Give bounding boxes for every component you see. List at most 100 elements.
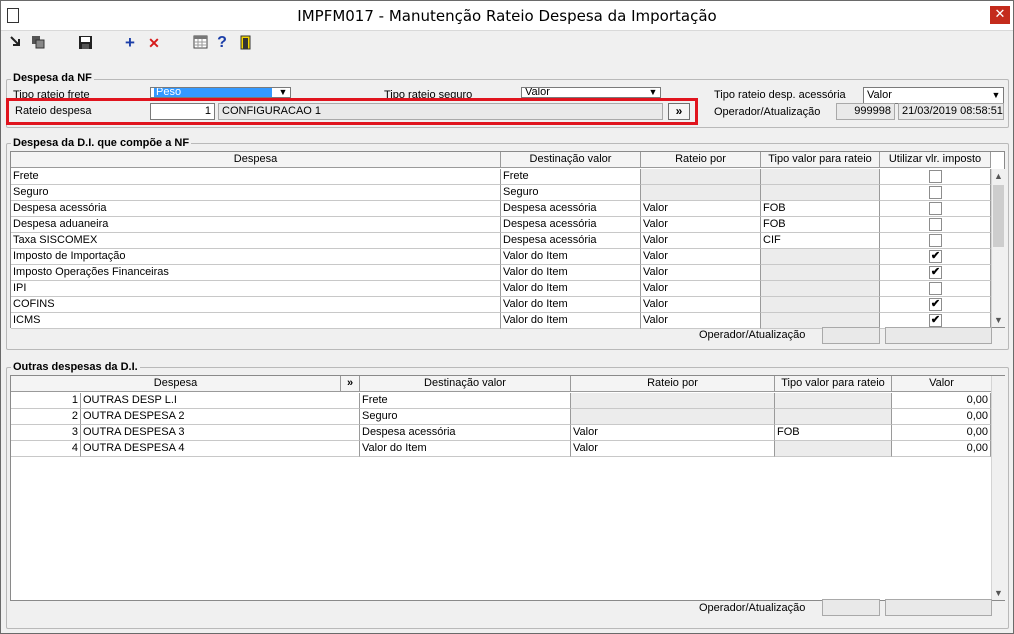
col-outras-valor[interactable]: Valor bbox=[892, 376, 992, 392]
col-rateio[interactable]: Rateio por bbox=[641, 152, 761, 168]
col-destinacao[interactable]: Destinação valor bbox=[501, 152, 641, 168]
outras-cell-valor[interactable]: 0,00 bbox=[892, 409, 991, 425]
di-cell-destinacao[interactable]: Valor do Item bbox=[501, 249, 641, 265]
di-cell-destinacao[interactable]: Despesa acessória bbox=[501, 233, 641, 249]
outras-scrollbar[interactable]: ▼ bbox=[991, 376, 1005, 600]
col-imposto[interactable]: Utilizar vlr. imposto bbox=[880, 152, 991, 168]
di-imposto-checkbox[interactable]: ✔ bbox=[929, 250, 942, 263]
seguro-select[interactable]: Valor ▼ bbox=[521, 87, 661, 98]
copy-icon[interactable] bbox=[30, 35, 46, 51]
outras-cell-destinacao[interactable]: Frete bbox=[360, 393, 571, 409]
acessoria-select[interactable]: Valor ▼ bbox=[863, 87, 1004, 104]
col-despesa[interactable]: Despesa bbox=[11, 152, 501, 168]
di-cell-destinacao[interactable]: Valor do Item bbox=[501, 265, 641, 281]
outras-cell-tipo[interactable] bbox=[775, 393, 892, 409]
di-cell-destinacao[interactable]: Despesa acessória bbox=[501, 201, 641, 217]
di-cell-rateio[interactable]: Valor bbox=[641, 297, 761, 313]
di-cell-despesa[interactable]: Imposto Operações Financeiras bbox=[11, 265, 501, 281]
di-cell-rateio[interactable]: Valor bbox=[641, 313, 761, 329]
outras-cell-valor[interactable]: 0,00 bbox=[892, 441, 991, 457]
outras-cell-rateio[interactable] bbox=[571, 409, 775, 425]
add-icon[interactable]: + bbox=[122, 34, 138, 51]
di-cell-destinacao[interactable]: Despesa acessória bbox=[501, 217, 641, 233]
di-cell-despesa[interactable]: Frete bbox=[11, 169, 501, 185]
di-cell-tipo[interactable] bbox=[761, 169, 880, 185]
outras-cell-tipo[interactable] bbox=[775, 441, 892, 457]
scroll-down-icon[interactable]: ▼ bbox=[992, 313, 1005, 327]
di-cell-rateio[interactable]: Valor bbox=[641, 281, 761, 297]
outras-cell-rateio[interactable]: Valor bbox=[571, 441, 775, 457]
di-cell-tipo[interactable]: FOB bbox=[761, 217, 880, 233]
di-imposto-checkbox[interactable]: ✔ bbox=[929, 266, 942, 279]
col-outras-tipo[interactable]: Tipo valor para rateio bbox=[775, 376, 892, 392]
arrow-icon[interactable] bbox=[8, 35, 24, 51]
di-cell-despesa[interactable]: Despesa acessória bbox=[11, 201, 501, 217]
outras-cell-despesa[interactable]: OUTRAS DESP L.I bbox=[81, 393, 360, 409]
di-cell-destinacao[interactable]: Seguro bbox=[501, 185, 641, 201]
di-cell-tipo[interactable] bbox=[761, 249, 880, 265]
di-imposto-checkbox[interactable] bbox=[929, 282, 942, 295]
outras-cell-tipo[interactable] bbox=[775, 409, 892, 425]
outras-cell-tipo[interactable]: FOB bbox=[775, 425, 892, 441]
di-cell-tipo[interactable] bbox=[761, 297, 880, 313]
col-outras-destinacao[interactable]: Destinação valor bbox=[360, 376, 571, 392]
scroll-down-icon[interactable]: ▼ bbox=[992, 586, 1005, 600]
delete-icon[interactable]: ✕ bbox=[146, 35, 162, 51]
di-imposto-checkbox[interactable] bbox=[929, 170, 942, 183]
outras-cell-destinacao[interactable]: Valor do Item bbox=[360, 441, 571, 457]
di-imposto-checkbox[interactable]: ✔ bbox=[929, 314, 942, 327]
di-imposto-checkbox[interactable]: ✔ bbox=[929, 298, 942, 311]
di-imposto-checkbox[interactable] bbox=[929, 218, 942, 231]
outras-cell-destinacao[interactable]: Seguro bbox=[360, 409, 571, 425]
di-cell-rateio[interactable]: Valor bbox=[641, 249, 761, 265]
di-cell-destinacao[interactable]: Valor do Item bbox=[501, 313, 641, 329]
outras-cell-valor[interactable]: 0,00 bbox=[892, 393, 991, 409]
col-outras-despesa[interactable]: Despesa bbox=[11, 376, 341, 392]
di-cell-tipo[interactable]: CIF bbox=[761, 233, 880, 249]
di-cell-tipo[interactable] bbox=[761, 265, 880, 281]
di-cell-despesa[interactable]: ICMS bbox=[11, 313, 501, 329]
outras-cell-rateio[interactable] bbox=[571, 393, 775, 409]
calendar-icon[interactable] bbox=[192, 35, 208, 51]
di-cell-rateio[interactable]: Valor bbox=[641, 201, 761, 217]
di-cell-despesa[interactable]: IPI bbox=[11, 281, 501, 297]
di-cell-tipo[interactable]: FOB bbox=[761, 201, 880, 217]
outras-cell-destinacao[interactable]: Despesa acessória bbox=[360, 425, 571, 441]
chevron-down-icon: ▼ bbox=[278, 87, 288, 97]
di-cell-destinacao[interactable]: Valor do Item bbox=[501, 281, 641, 297]
di-cell-despesa[interactable]: Imposto de Importação bbox=[11, 249, 501, 265]
di-cell-despesa[interactable]: Seguro bbox=[11, 185, 501, 201]
di-cell-despesa[interactable]: COFINS bbox=[11, 297, 501, 313]
frete-select[interactable]: Peso ▼ bbox=[150, 87, 291, 98]
di-cell-rateio[interactable] bbox=[641, 185, 761, 201]
di-imposto-checkbox[interactable] bbox=[929, 202, 942, 215]
scroll-up-icon[interactable]: ▲ bbox=[992, 169, 1005, 183]
di-cell-rateio[interactable]: Valor bbox=[641, 233, 761, 249]
col-tipo[interactable]: Tipo valor para rateio bbox=[761, 152, 880, 168]
di-scrollbar[interactable]: ▲ ▼ bbox=[991, 169, 1005, 327]
di-cell-tipo[interactable] bbox=[761, 185, 880, 201]
outras-cell-despesa[interactable]: OUTRA DESPESA 3 bbox=[81, 425, 360, 441]
di-cell-despesa[interactable]: Despesa aduaneira bbox=[11, 217, 501, 233]
di-cell-tipo[interactable] bbox=[761, 281, 880, 297]
di-cell-rateio[interactable]: Valor bbox=[641, 217, 761, 233]
di-cell-despesa[interactable]: Taxa SISCOMEX bbox=[11, 233, 501, 249]
di-cell-rateio[interactable] bbox=[641, 169, 761, 185]
di-imposto-checkbox[interactable] bbox=[929, 234, 942, 247]
close-button[interactable]: ✕ bbox=[990, 6, 1010, 24]
di-imposto-checkbox[interactable] bbox=[929, 186, 942, 199]
help-icon[interactable]: ? bbox=[214, 35, 230, 51]
di-cell-rateio[interactable]: Valor bbox=[641, 265, 761, 281]
di-cell-destinacao[interactable]: Valor do Item bbox=[501, 297, 641, 313]
outras-cell-despesa[interactable]: OUTRA DESPESA 4 bbox=[81, 441, 360, 457]
outras-cell-despesa[interactable]: OUTRA DESPESA 2 bbox=[81, 409, 360, 425]
save-icon[interactable] bbox=[77, 35, 93, 51]
outras-lookup-button[interactable]: » bbox=[341, 376, 360, 392]
exit-icon[interactable] bbox=[237, 35, 253, 51]
scroll-thumb[interactable] bbox=[993, 185, 1004, 247]
chevron-down-icon: ▼ bbox=[991, 90, 1001, 100]
col-outras-rateio[interactable]: Rateio por bbox=[571, 376, 775, 392]
outras-cell-valor[interactable]: 0,00 bbox=[892, 425, 991, 441]
outras-cell-rateio[interactable]: Valor bbox=[571, 425, 775, 441]
di-cell-destinacao[interactable]: Frete bbox=[501, 169, 641, 185]
